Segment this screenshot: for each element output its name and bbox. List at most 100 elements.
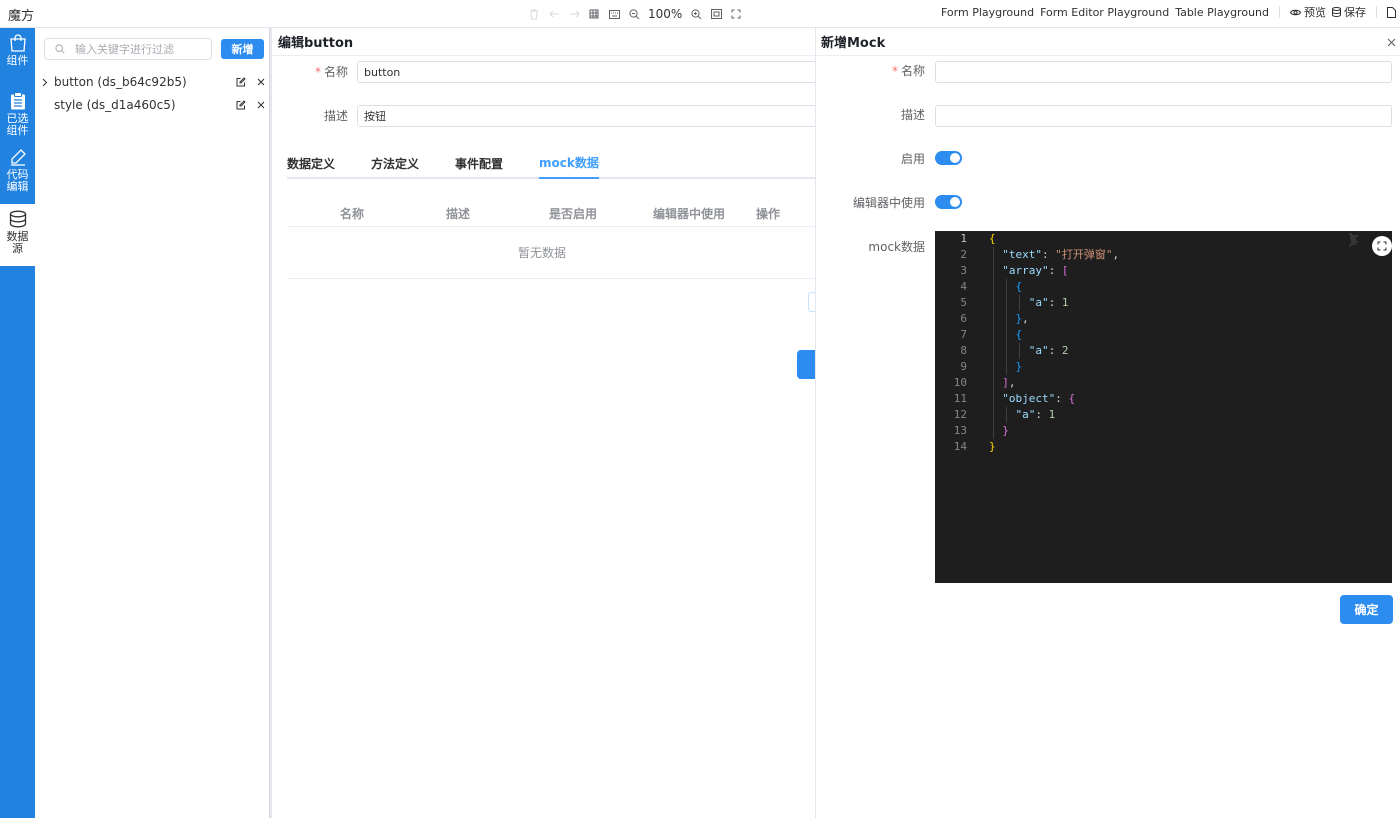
zoom-level: 100% bbox=[648, 7, 683, 21]
mock-desc-input[interactable] bbox=[935, 105, 1392, 127]
eye-icon bbox=[1290, 9, 1301, 15]
keyboard-icon[interactable] bbox=[608, 8, 620, 20]
edit-icon[interactable] bbox=[231, 100, 251, 110]
document-icon[interactable] bbox=[1387, 6, 1396, 18]
bag-icon bbox=[9, 34, 26, 52]
name-label: * 名称 bbox=[314, 64, 348, 79]
zoom-out-icon[interactable] bbox=[628, 8, 640, 20]
database-icon bbox=[1332, 7, 1341, 17]
required-mark: * bbox=[891, 64, 898, 78]
desc-label: 描述 bbox=[323, 108, 348, 123]
zoom-in-icon[interactable] bbox=[690, 8, 702, 20]
code-line: 13 } bbox=[953, 424, 1009, 437]
minimap bbox=[1349, 233, 1358, 247]
rail-label: 组件 bbox=[6, 54, 29, 67]
mock-drawer: 新增Mock * 名称 描述 启用 编辑器中使用 mock数据 1{ 2 "tex… bbox=[815, 28, 1400, 818]
save-label: 保存 bbox=[1344, 6, 1366, 19]
enable-switch[interactable] bbox=[935, 151, 962, 165]
mock-name-input[interactable] bbox=[935, 61, 1392, 83]
code-line: 5 "a": 1 bbox=[960, 296, 1069, 309]
rail-label: 数据源 bbox=[6, 230, 29, 255]
mock-name-label: * 名称 bbox=[891, 64, 925, 78]
tab-method-definition[interactable]: 方法定义 bbox=[371, 148, 419, 179]
fit-icon[interactable] bbox=[710, 8, 722, 20]
required-mark: * bbox=[314, 64, 321, 79]
confirm-button[interactable]: 确定 bbox=[1340, 595, 1393, 624]
code-editor[interactable]: 1{ 2 "text": "打开弹窗", 3 "array": [ 4 { 5 … bbox=[935, 231, 1392, 583]
undo-icon[interactable] bbox=[548, 8, 560, 20]
redo-icon[interactable] bbox=[568, 8, 580, 20]
nav-table-playground[interactable]: Table Playground bbox=[1175, 6, 1269, 19]
tree-item-style[interactable]: style (ds_d1a460c5) bbox=[35, 94, 271, 116]
tree-item-button[interactable]: button (ds_b64c92b5) bbox=[35, 71, 271, 93]
edit-icon[interactable] bbox=[231, 77, 251, 87]
name-input[interactable]: button bbox=[357, 61, 815, 83]
top-bar: 魔方 100% Form Playground Form Editor Play… bbox=[0, 0, 1400, 28]
tab-mock-data[interactable]: mock数据 bbox=[539, 148, 599, 179]
editor-use-switch[interactable] bbox=[935, 195, 962, 209]
column-name: 名称 bbox=[340, 207, 365, 221]
code-line: 2 "text": "打开弹窗", bbox=[960, 248, 1120, 261]
preview-button[interactable]: 预览 bbox=[1290, 4, 1326, 20]
drawer-title: 新增Mock bbox=[816, 28, 1400, 56]
search-icon bbox=[55, 44, 65, 54]
nav-form-playground[interactable]: Form Playground bbox=[941, 6, 1034, 19]
code-line: 4 { bbox=[960, 280, 1023, 293]
column-enabled: 是否启用 bbox=[549, 207, 598, 221]
rail-label: 已选组件 bbox=[6, 112, 29, 137]
expand-icon[interactable] bbox=[1372, 236, 1392, 256]
column-desc: 描述 bbox=[446, 207, 471, 221]
toolbar: 100% bbox=[528, 4, 742, 24]
desc-input[interactable]: 按钮 bbox=[357, 105, 815, 127]
rail-item-selected[interactable]: 已选组件 bbox=[0, 86, 35, 142]
pencil-icon bbox=[10, 149, 26, 166]
left-rail: 组件 已选组件 代码编辑 数据源 bbox=[0, 28, 35, 818]
empty-text: 暂无数据 bbox=[287, 227, 815, 279]
chevron-right-icon[interactable] bbox=[35, 78, 54, 87]
save-button[interactable]: 保存 bbox=[1332, 4, 1366, 20]
datasource-panel: 输入关键字进行过滤 新增 button (ds_b64c92b5) style … bbox=[35, 28, 271, 818]
add-mock-button[interactable] bbox=[808, 292, 815, 312]
code-line: 14} bbox=[953, 440, 996, 453]
desc-row: 描述 bbox=[272, 104, 348, 126]
name-row: * 名称 bbox=[272, 60, 348, 82]
code-line: 10 ], bbox=[953, 376, 1016, 389]
preview-label: 预览 bbox=[1304, 6, 1326, 19]
confirm-button[interactable] bbox=[797, 350, 815, 379]
column-editor-use: 编辑器中使用 bbox=[653, 207, 726, 221]
enable-label: 启用 bbox=[900, 152, 925, 166]
tab-data-definition[interactable]: 数据定义 bbox=[287, 148, 335, 179]
code-line: 12 "a": 1 bbox=[953, 408, 1056, 421]
tab-event-config[interactable]: 事件配置 bbox=[455, 148, 503, 179]
clipboard-icon bbox=[10, 92, 25, 110]
add-datasource-button[interactable]: 新增 bbox=[221, 39, 264, 59]
nav-form-editor-playground[interactable]: Form Editor Playground bbox=[1040, 6, 1169, 19]
search-input[interactable]: 输入关键字进行过滤 bbox=[44, 38, 212, 60]
editor-use-label: 编辑器中使用 bbox=[852, 196, 925, 210]
code-line: 6 }, bbox=[960, 312, 1029, 325]
code-line: 9 } bbox=[960, 360, 1023, 373]
delete-icon[interactable] bbox=[528, 8, 540, 20]
app-title: 魔方 bbox=[8, 9, 35, 24]
rail-item-code[interactable]: 代码编辑 bbox=[0, 142, 35, 204]
close-icon[interactable] bbox=[251, 101, 271, 109]
column-actions: 操作 bbox=[756, 207, 781, 221]
top-nav: Form Playground Form Editor Playground T… bbox=[941, 4, 1396, 20]
editor-title: 编辑button bbox=[272, 28, 815, 56]
nav-divider bbox=[1279, 6, 1280, 18]
mock-desc-label: 描述 bbox=[900, 108, 925, 122]
code-line: 7 { bbox=[960, 328, 1023, 341]
tree-item-label: button (ds_b64c92b5) bbox=[54, 75, 187, 89]
close-icon[interactable] bbox=[1387, 36, 1396, 50]
code-line: 3 "array": [ bbox=[960, 264, 1069, 277]
rail-item-datasource[interactable]: 数据源 bbox=[0, 204, 35, 266]
rail-label: 代码编辑 bbox=[6, 168, 29, 193]
grid-icon[interactable] bbox=[588, 8, 600, 20]
close-icon[interactable] bbox=[251, 78, 271, 86]
fullscreen-icon[interactable] bbox=[730, 8, 742, 20]
code-line: 8 "a": 2 bbox=[960, 344, 1069, 357]
rail-item-components[interactable]: 组件 bbox=[0, 28, 35, 86]
nav-divider bbox=[1376, 6, 1377, 18]
code-line: 1{ bbox=[960, 232, 996, 245]
search-placeholder: 输入关键字进行过滤 bbox=[75, 43, 174, 56]
